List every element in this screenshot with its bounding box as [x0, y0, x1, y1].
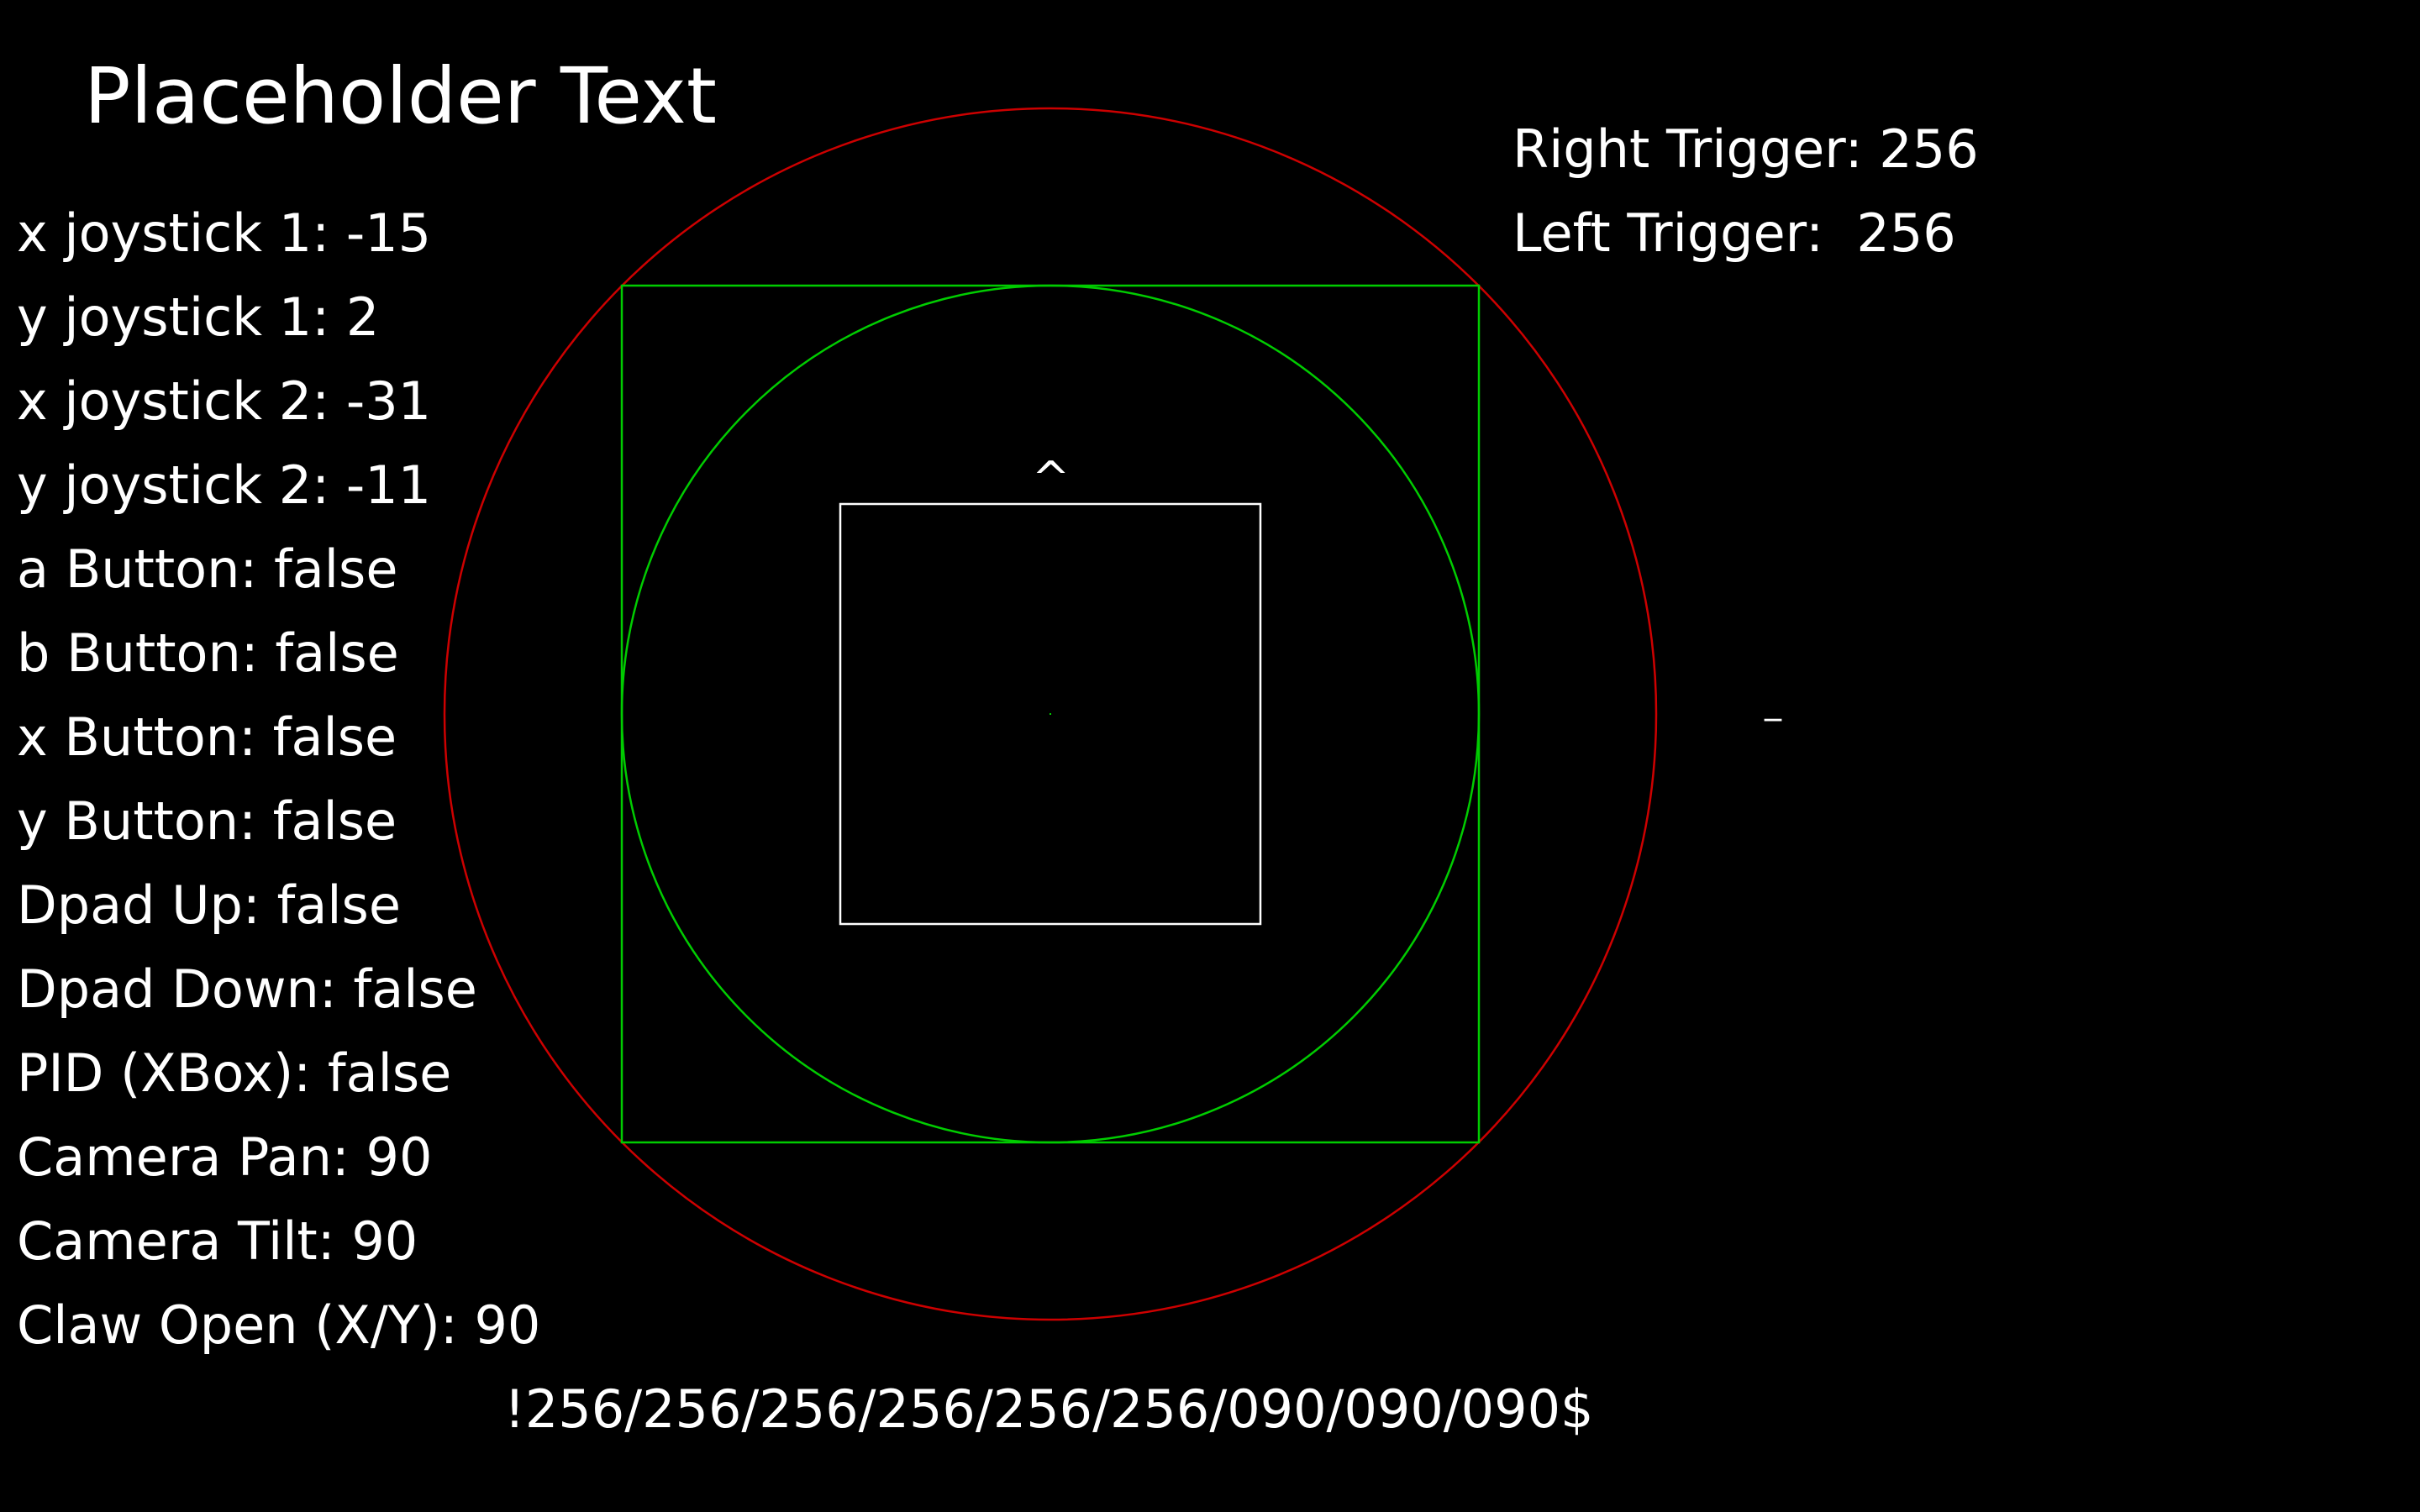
joystick-position-dot [1050, 713, 1051, 715]
serial-packet: !256/256/256/256/256/256/090/090/090$ [504, 1378, 1594, 1440]
direction-marker: ^ [1032, 452, 1071, 505]
side-marker: _ [1765, 683, 1781, 722]
joystick-visualizer [443, 107, 1658, 1321]
